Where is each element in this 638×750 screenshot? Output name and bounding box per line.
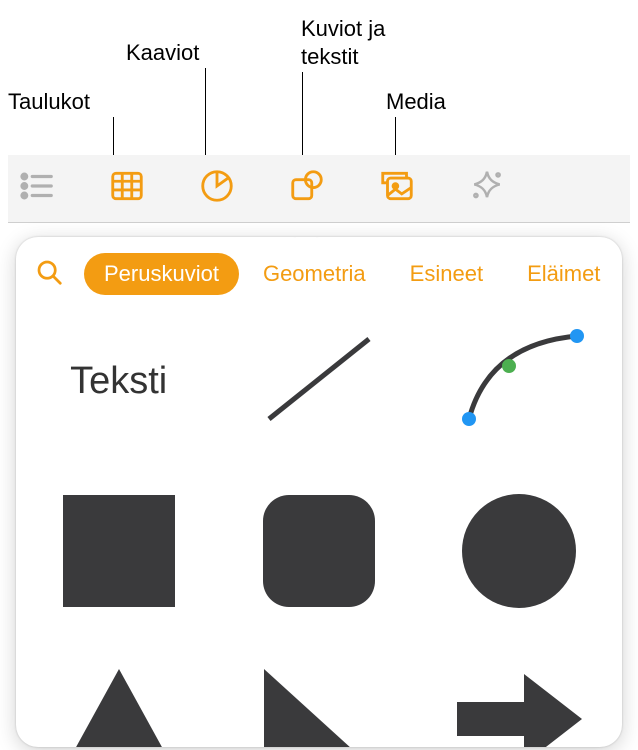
line-icon: [254, 324, 384, 439]
list-button[interactable]: [18, 170, 56, 208]
shapes-popover: Peruskuviot Geometria Esineet Eläimet Te…: [16, 237, 622, 747]
shapes-grid: Teksti: [16, 311, 622, 747]
callout-line: [302, 72, 303, 168]
shape-icon: [288, 167, 326, 210]
chart-button[interactable]: [198, 170, 236, 208]
shape-square[interactable]: [46, 491, 191, 611]
table-button[interactable]: [108, 170, 146, 208]
callout-kuviot-line2: tekstit: [301, 44, 358, 70]
search-button[interactable]: [22, 257, 80, 292]
magic-button[interactable]: [468, 170, 506, 208]
media-button[interactable]: [378, 170, 416, 208]
curve-icon: [449, 324, 589, 439]
tab-objects[interactable]: Esineet: [390, 253, 503, 295]
tab-basic[interactable]: Peruskuviot: [84, 253, 239, 295]
magic-icon: [468, 167, 506, 210]
shape-text[interactable]: Teksti: [46, 321, 191, 441]
shape-curve[interactable]: [447, 321, 592, 441]
callouts-area: Taulukot Kaaviot Kuviot ja tekstit Media: [0, 0, 638, 160]
arrow-right-icon: [452, 664, 587, 748]
list-icon: [18, 167, 56, 210]
triangle-icon: [59, 664, 179, 748]
shape-line[interactable]: [246, 321, 391, 441]
right-triangle-icon: [259, 664, 379, 748]
shape-button[interactable]: [288, 170, 326, 208]
circle-icon: [462, 494, 576, 608]
callout-line: [205, 68, 206, 168]
toolbar: [8, 155, 630, 223]
table-icon: [108, 167, 146, 210]
shape-right-triangle[interactable]: [246, 661, 391, 747]
media-icon: [378, 167, 416, 210]
shape-arrow[interactable]: [447, 661, 592, 747]
text-shape-label: Teksti: [70, 360, 167, 403]
callout-taulukot: Taulukot: [8, 89, 90, 115]
category-bar: Peruskuviot Geometria Esineet Eläimet: [16, 245, 622, 311]
callout-kuviot-line1: Kuviot ja: [301, 16, 385, 42]
tab-geometry[interactable]: Geometria: [243, 253, 386, 295]
app-frame: Peruskuviot Geometria Esineet Eläimet Te…: [8, 155, 630, 750]
chart-icon: [198, 167, 236, 210]
rounded-square-icon: [263, 495, 375, 607]
shape-circle[interactable]: [447, 491, 592, 611]
square-icon: [63, 495, 175, 607]
tab-animals[interactable]: Eläimet: [507, 253, 620, 295]
callout-media: Media: [386, 89, 446, 115]
search-icon: [34, 257, 64, 292]
shape-triangle[interactable]: [46, 661, 191, 747]
shape-rounded-square[interactable]: [246, 491, 391, 611]
callout-kaaviot: Kaaviot: [126, 40, 199, 66]
